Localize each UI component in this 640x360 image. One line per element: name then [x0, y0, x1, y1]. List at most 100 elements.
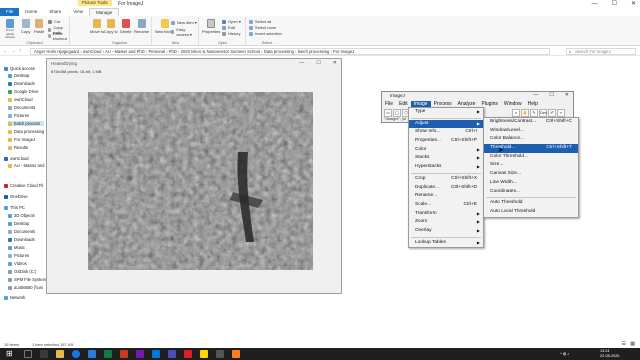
nav-item-pictures-pc[interactable]: Pictures [8, 253, 29, 258]
outlook-taskbar-icon[interactable] [152, 350, 160, 358]
dev-tool-icon[interactable]: Dev [539, 109, 547, 117]
menu-file[interactable]: File [382, 101, 396, 108]
image-minimize-button[interactable]: — [299, 60, 304, 66]
menu-window[interactable]: Window [501, 101, 525, 108]
image-menu-item-stacks[interactable]: Stacks ▶ [409, 154, 483, 163]
history-button[interactable]: History [222, 31, 240, 36]
search-input[interactable]: Search For ImageJ [566, 48, 636, 55]
nav-item-downloads-pc[interactable]: Downloads [8, 237, 35, 242]
large-icons-view-icon[interactable]: ▦ [630, 341, 635, 347]
nav-item-owncloud[interactable]: ownCloud [8, 97, 33, 102]
image-menu-item-lookup-tables[interactable]: Lookup Tables ▶ [409, 239, 483, 248]
image-menu-item-show-info[interactable]: Show Info... Ctrl+I [409, 128, 483, 137]
imagej-maximize-button[interactable]: ☐ [549, 92, 553, 98]
rectangle-tool-icon[interactable]: ▭ [384, 109, 392, 117]
image-maximize-button[interactable]: ☐ [316, 60, 320, 66]
image-menu-item-zoom[interactable]: Zoom ▶ [409, 218, 483, 227]
nav-item-network-drive[interactable]: au456680 (\\uni [8, 285, 43, 290]
nav-item-results[interactable]: Results [8, 145, 28, 150]
adjust-menu-item-color-threshold[interactable]: Color Threshold... [484, 153, 578, 162]
image-menu-item-overlay[interactable]: Overlay ▶ [409, 227, 483, 236]
tab-share[interactable]: Share [43, 8, 67, 16]
taskbar-date[interactable]: 22-08-2020 [600, 354, 619, 358]
imagej-minimize-button[interactable]: — [533, 92, 538, 98]
pin-quick-access-button[interactable]: Pin to Quick access [3, 19, 17, 40]
nav-item-for-imagej[interactable]: For ImageJ [8, 137, 35, 142]
word-taskbar-icon[interactable] [88, 350, 96, 358]
rename-button[interactable]: Rename [134, 19, 149, 34]
address-bar[interactable]: Anger Holm Hjøgegaard › ownCloud › AU - … [30, 48, 550, 55]
cut-button[interactable]: Cut [48, 19, 60, 24]
image-canvas[interactable] [88, 92, 313, 270]
nav-item-onedrive[interactable]: OneDrive [4, 194, 28, 199]
properties-button[interactable]: Properties [202, 19, 220, 34]
nav-item-osdisk[interactable]: OSDisk (C:) [8, 269, 36, 274]
close-button[interactable]: ✕ [631, 0, 636, 8]
oval-tool-icon[interactable]: ◯ [393, 109, 401, 117]
adjust-menu-item-size[interactable]: Size... [484, 161, 578, 170]
more-tools-icon[interactable]: » [557, 109, 565, 117]
nav-item-creative-cloud[interactable]: Creative Cloud Fil [4, 183, 43, 188]
image-menu-item-crop[interactable]: Crop Ctrl+Shift+X [409, 175, 483, 184]
new-item-button[interactable]: New item ▾ [171, 20, 197, 25]
adjust-menu-item-coordinates[interactable]: Coordinates... [484, 188, 578, 197]
nav-item-owncloud-root[interactable]: ownCloud [4, 156, 29, 161]
details-view-icon[interactable]: ☰ [622, 341, 626, 347]
image-menu-item-scale[interactable]: Scale... Ctrl+E [409, 201, 483, 210]
app-taskbar-icon-2[interactable] [232, 350, 240, 358]
teams-taskbar-icon[interactable] [168, 350, 176, 358]
adjust-menu-item-canvas-size[interactable]: Canvas Size... [484, 170, 578, 179]
imagej-close-button[interactable]: ✕ [565, 92, 569, 98]
search-taskbar-icon[interactable] [24, 350, 32, 358]
image-menu-item-transform[interactable]: Transform ▶ [409, 210, 483, 219]
nav-item-spm-file-system[interactable]: SPM File System [8, 277, 46, 282]
acrobat-taskbar-icon[interactable] [184, 350, 192, 358]
nav-item-downloads[interactable]: Downloads [8, 81, 35, 86]
nav-item-data-processing[interactable]: Data processing [8, 129, 44, 134]
nav-item-3d-objects[interactable]: 3D Objects [8, 213, 35, 218]
nav-item-network[interactable]: Network [4, 295, 25, 300]
taskbar-time[interactable]: 13:24 [600, 349, 610, 353]
image-menu-item-adjust[interactable]: Adjust ▶ [409, 119, 483, 129]
nav-item-music[interactable]: Music [8, 245, 25, 250]
select-none-button[interactable]: Select none [249, 25, 276, 30]
adjust-menu-item-window-level[interactable]: Window/Level... [484, 127, 578, 136]
back-button[interactable]: ← [3, 48, 8, 54]
paste-button[interactable]: Paste [34, 19, 44, 34]
paste-shortcut-button[interactable]: Paste shortcut [48, 31, 69, 41]
chrome-taskbar-icon[interactable] [72, 350, 80, 358]
hand-tool-icon[interactable]: ✋ [521, 109, 529, 117]
image-menu-item-rename[interactable]: Rename... [409, 192, 483, 201]
image-menu-item-type[interactable]: Type ▶ [409, 108, 483, 117]
copy-button[interactable]: Copy [21, 19, 30, 34]
minimize-button[interactable]: — [592, 0, 598, 8]
nav-item-quick-access[interactable]: Quick access [4, 66, 35, 71]
tray-icons[interactable]: ^ ◍ ♪ [560, 352, 569, 356]
task-view-icon[interactable] [40, 350, 48, 358]
menu-help[interactable]: Help [525, 101, 541, 108]
nav-item-this-pc[interactable]: This PC [4, 205, 25, 210]
delete-button[interactable]: Delete [120, 19, 132, 34]
onenote-taskbar-icon[interactable] [136, 350, 144, 358]
image-menu-item-hyperstacks[interactable]: Hyperstacks ▶ [409, 163, 483, 172]
file-explorer-taskbar-icon[interactable] [56, 350, 64, 358]
pen-tool-icon[interactable]: ✐ [548, 109, 556, 117]
select-all-button[interactable]: Select all [249, 19, 271, 24]
easy-access-button[interactable]: Easy access ▾ [171, 27, 198, 37]
image-menu-item-color[interactable]: Color ▶ [409, 146, 483, 155]
image-close-button[interactable]: ✕ [333, 60, 337, 66]
excel-taskbar-icon[interactable] [104, 350, 112, 358]
app-taskbar-icon[interactable] [216, 350, 224, 358]
nav-item-google-drive[interactable]: Google Drive [8, 89, 38, 94]
open-button[interactable]: Open ▾ [222, 19, 241, 24]
tab-file[interactable]: File [0, 8, 20, 16]
nav-item-batch-processing[interactable]: batch process [8, 121, 45, 126]
powerpoint-taskbar-icon[interactable] [120, 350, 128, 358]
magnifier-tool-icon[interactable]: ⌕ [512, 109, 520, 117]
tab-home[interactable]: Home [19, 8, 43, 16]
nav-item-documents-pc[interactable]: Documents [8, 229, 35, 234]
maximize-button[interactable]: ☐ [612, 0, 617, 8]
tab-view[interactable]: View [67, 8, 89, 16]
image-menu-item-duplicate[interactable]: Duplicate... Ctrl+Shift+D [409, 184, 483, 193]
nav-item-desktop[interactable]: Desktop [8, 73, 29, 78]
